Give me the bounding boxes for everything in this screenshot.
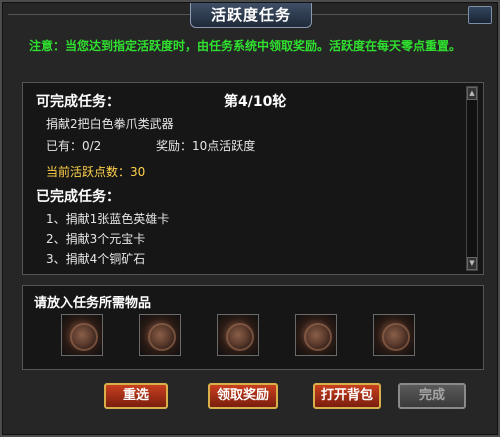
available-tasks-label: 可完成任务： <box>36 94 120 110</box>
task-scrollbar[interactable]: ▲ ▼ <box>466 86 478 271</box>
completed-task-item: 1、捐献1张蓝色英雄卡 <box>46 212 170 226</box>
close-button[interactable] <box>468 6 492 24</box>
completed-task-item: 2、捐献3个元宝卡 <box>46 232 146 246</box>
completed-tasks-label: 已完成任务： <box>36 189 120 205</box>
task-progress: 已有：0/2 <box>46 139 102 153</box>
item-slot[interactable] <box>217 314 259 356</box>
completed-task-item: 3、捐献4个铜矿石 <box>46 252 146 266</box>
item-slot[interactable] <box>61 314 103 356</box>
task-reward: 奖励：10点活跃度 <box>156 139 256 153</box>
item-panel-label: 请放入任务所需物品 <box>34 296 152 311</box>
claim-reward-button[interactable]: 领取奖励 <box>208 383 278 409</box>
window-title: 活跃度任务 <box>190 3 312 28</box>
round-indicator: 第4/10轮 <box>224 94 287 110</box>
item-slot[interactable] <box>139 314 181 356</box>
open-bag-button[interactable]: 打开背包 <box>313 383 381 409</box>
notice-text: 注意：当您达到指定活跃度时，由任务系统中领取奖励。活跃度在每天零点重置。 <box>29 39 462 53</box>
reselect-button[interactable]: 重选 <box>104 383 168 409</box>
task-description: 捐献2把白色拳爪类武器 <box>46 117 174 131</box>
complete-button[interactable]: 完成 <box>398 383 466 409</box>
task-window: 活跃度任务 注意：当您达到指定活跃度时，由任务系统中领取奖励。活跃度在每天零点重… <box>0 0 500 437</box>
item-slot[interactable] <box>295 314 337 356</box>
scroll-up-icon[interactable]: ▲ <box>467 87 477 100</box>
item-slot[interactable] <box>373 314 415 356</box>
scroll-down-icon[interactable]: ▼ <box>467 257 477 270</box>
current-points: 当前活跃点数：30 <box>46 165 146 179</box>
